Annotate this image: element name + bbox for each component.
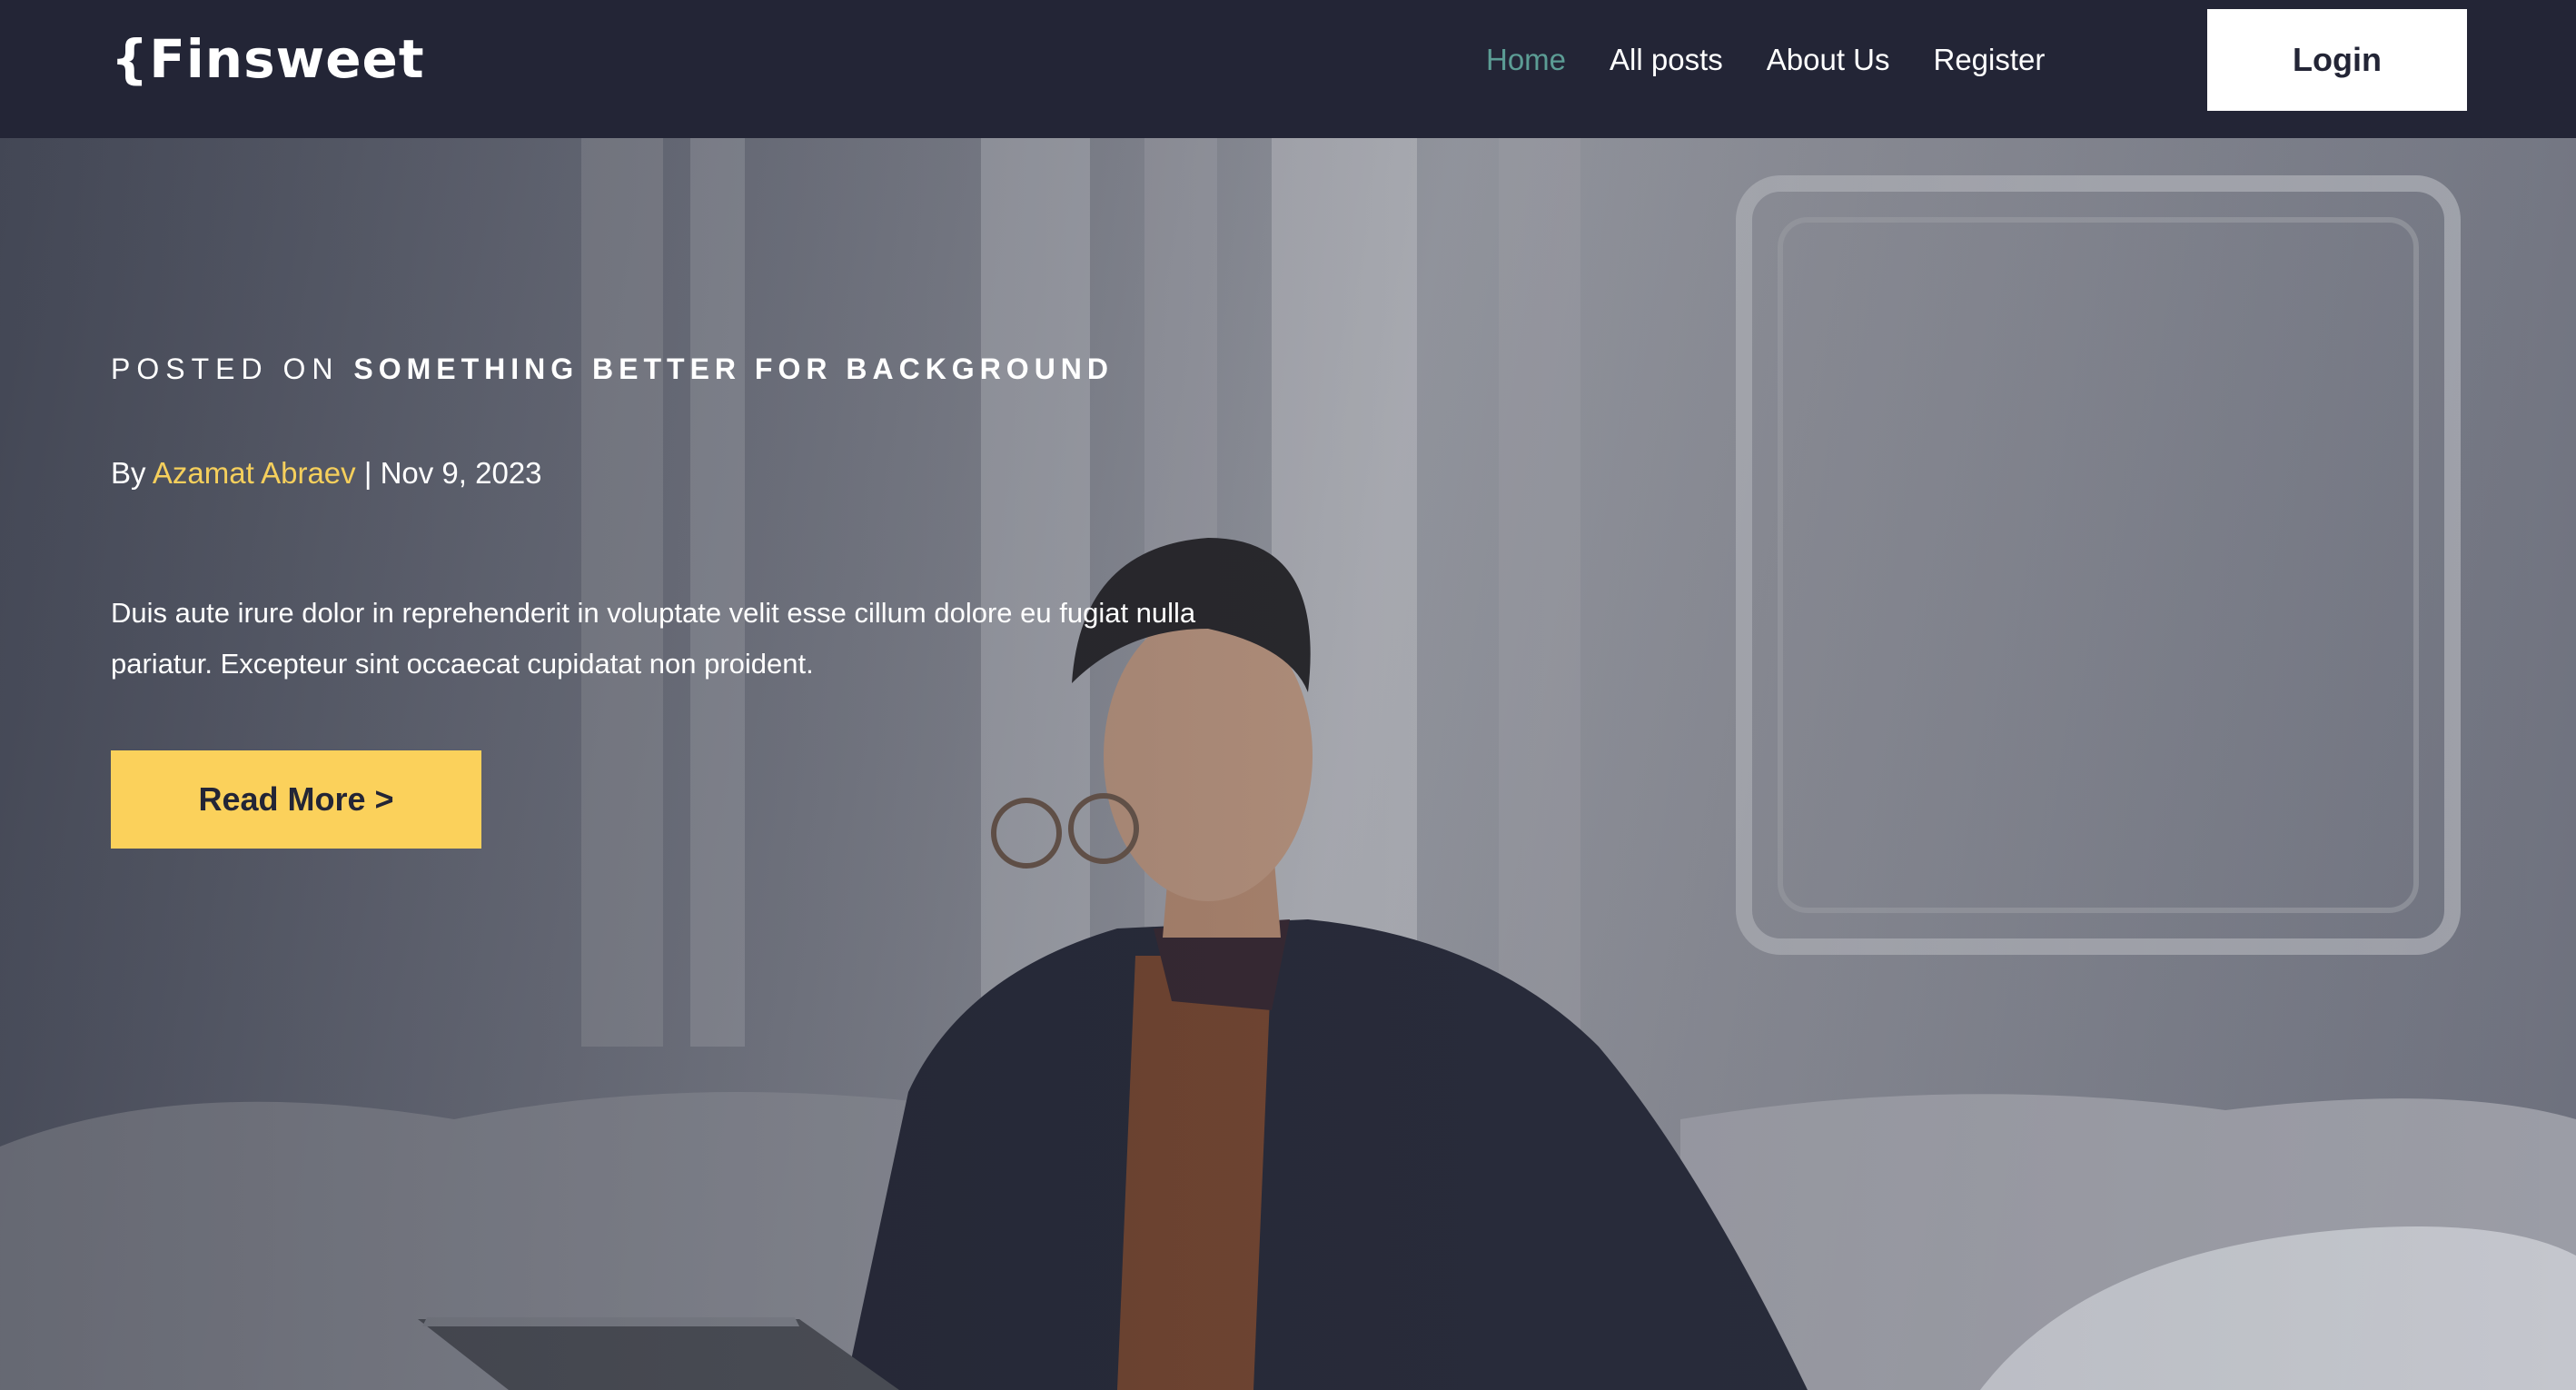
hero-section: POSTED ON SOMETHING BETTER FOR BACKGROUN… [0,138,2576,1390]
post-excerpt: Duis aute irure dolor in reprehenderit i… [111,597,1196,680]
author-link[interactable]: Azamat Abraev [153,456,356,490]
login-button[interactable]: Login [2207,9,2467,111]
posted-on-line: POSTED ON SOMETHING BETTER FOR BACKGROUN… [111,352,1114,386]
brand-logo[interactable]: {Finsweet [111,27,425,91]
top-navbar: {Finsweet Home All posts About Us Regist… [0,0,2576,138]
main-nav: Home All posts About Us Register [1486,36,2045,84]
nav-all-posts[interactable]: All posts [1610,43,1723,77]
post-category[interactable]: SOMETHING BETTER FOR BACKGROUND [353,352,1114,385]
posted-on-prefix: POSTED ON [111,352,340,385]
nav-home[interactable]: Home [1486,43,1566,77]
post-meta: By Azamat Abraev | Nov 9, 2023 [111,456,542,491]
nav-register[interactable]: Register [1934,43,2046,77]
post-date: Nov 9, 2023 [380,456,542,490]
nav-about-us[interactable]: About Us [1767,43,1890,77]
read-more-button[interactable]: Read More > [111,750,481,849]
meta-separator: | [363,456,372,490]
by-label: By [111,456,146,490]
